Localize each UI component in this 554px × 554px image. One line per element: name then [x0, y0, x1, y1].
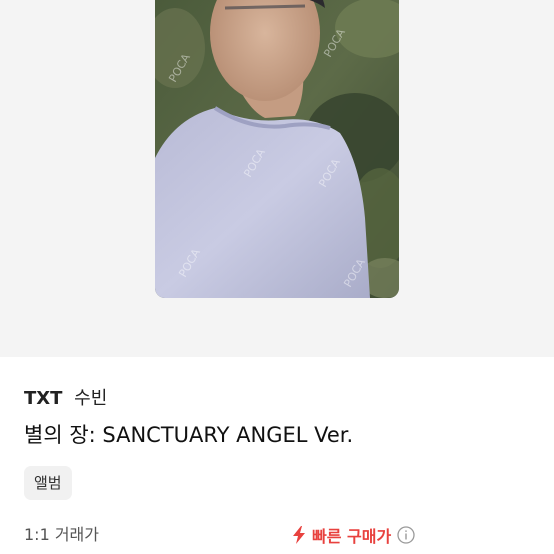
product-image-area: POCA POCA POCA POCA POCA POCA [0, 0, 554, 357]
artist-name[interactable]: TXT [24, 388, 62, 409]
quick-buy-text: 빠른 구매가 [312, 527, 392, 546]
album-title: 별의 장: SANCTUARY ANGEL Ver. [24, 423, 354, 447]
product-info: TXT 수빈 별의 장: SANCTUARY ANGEL Ver. [24, 384, 530, 451]
quick-buy-label[interactable]: 빠른 구매가 [292, 523, 415, 547]
category-chip[interactable]: 앨범 [24, 466, 72, 500]
lightning-bolt-icon [293, 526, 305, 544]
info-circle-icon[interactable] [397, 526, 415, 544]
artist-line: TXT 수빈 [24, 384, 530, 414]
trade-type-label: 1:1 거래가 [24, 525, 99, 544]
photocard-image[interactable]: POCA POCA POCA POCA POCA POCA [155, 0, 399, 298]
product-detail-page: POCA POCA POCA POCA POCA POCA TXT 수빈 별의 … [0, 0, 554, 554]
photocard-photo: POCA POCA POCA POCA POCA POCA [155, 0, 399, 298]
member-name[interactable]: 수빈 [74, 388, 107, 409]
